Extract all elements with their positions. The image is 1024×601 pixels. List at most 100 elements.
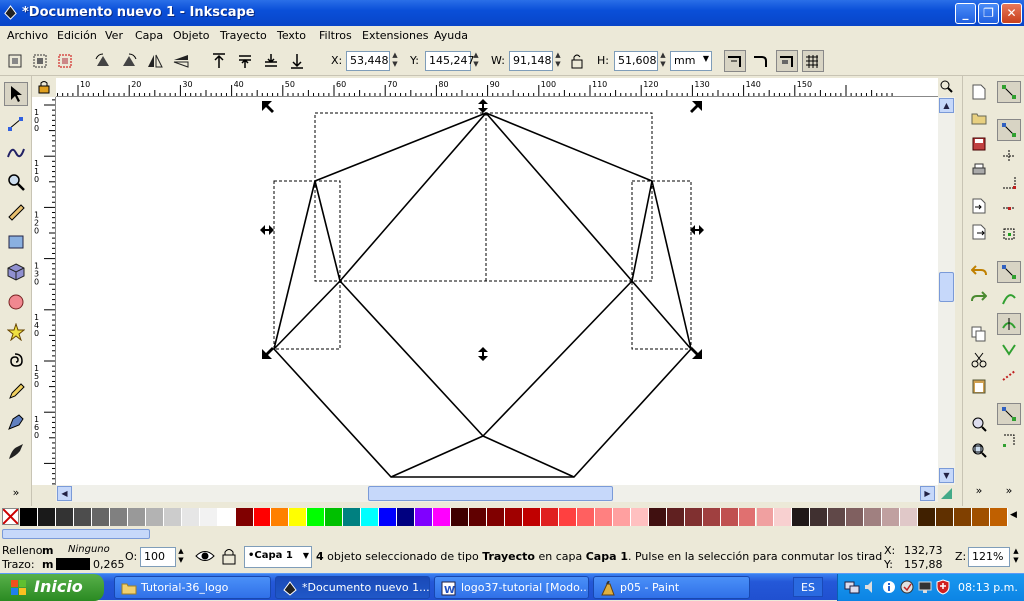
unit-select[interactable]: mm ▼ <box>670 51 712 71</box>
menu-edicion[interactable]: Edición <box>57 29 97 42</box>
layer-select[interactable]: •Capa 1 ▼ <box>244 546 312 568</box>
snap-midpoints-icon[interactable] <box>997 197 1021 219</box>
print-icon[interactable] <box>967 159 991 181</box>
palette-swatch[interactable] <box>738 508 757 526</box>
scale-handle-right[interactable] <box>690 225 704 235</box>
layer-visibility-icon[interactable] <box>195 548 215 567</box>
palette-swatch[interactable] <box>469 508 488 526</box>
lower-icon[interactable] <box>260 50 282 72</box>
rectangle-tool-icon[interactable] <box>4 230 28 254</box>
clock[interactable]: 08:13 p.m. <box>958 581 1018 594</box>
palette-swatch[interactable] <box>415 508 434 526</box>
rotate-cw-icon[interactable] <box>118 50 140 72</box>
palette-swatch[interactable] <box>810 508 829 526</box>
scroll-left-icon[interactable]: ◀ <box>57 486 72 501</box>
palette-swatch[interactable] <box>145 508 164 526</box>
menu-capa[interactable]: Capa <box>135 29 163 42</box>
palette-swatch[interactable] <box>936 508 955 526</box>
scale-handle-bottom-left[interactable] <box>262 347 274 359</box>
zoom-field[interactable]: 121% <box>968 547 1010 567</box>
star-tool-icon[interactable] <box>4 320 28 344</box>
minimize-button[interactable]: _ <box>955 3 976 24</box>
palette-swatch[interactable] <box>990 508 1008 526</box>
more-tools-chevron-icon[interactable]: » <box>4 480 28 504</box>
snap-intersections-icon[interactable] <box>997 313 1021 335</box>
palette-swatch[interactable] <box>630 508 649 526</box>
palette-swatch[interactable] <box>289 508 308 526</box>
palette-swatch[interactable] <box>558 508 577 526</box>
raise-to-top-icon[interactable] <box>208 50 230 72</box>
zoom-fit-icon[interactable] <box>940 80 953 93</box>
palette-swatch[interactable] <box>918 508 937 526</box>
stroke-color-swatch[interactable] <box>56 558 90 570</box>
palette-swatch[interactable] <box>846 508 865 526</box>
display-icon[interactable] <box>918 580 932 594</box>
palette-swatch[interactable] <box>451 508 470 526</box>
palette-swatch[interactable] <box>972 508 991 526</box>
palette-swatch[interactable] <box>666 508 685 526</box>
copy-icon[interactable] <box>967 323 991 345</box>
start-button[interactable]: Inicio <box>0 574 104 601</box>
scale-handle-bottom[interactable] <box>478 347 488 361</box>
palette-swatch[interactable] <box>612 508 631 526</box>
fill-none-indicator[interactable]: Ninguno <box>68 544 110 555</box>
security-shield-icon[interactable] <box>936 579 950 595</box>
menu-filtros[interactable]: Filtros <box>319 29 352 42</box>
vertical-scrollbar[interactable]: ▲ ▼ <box>938 97 955 485</box>
snap-toggle-icon[interactable] <box>997 81 1021 103</box>
lock-icon[interactable] <box>566 50 588 72</box>
cut-icon[interactable] <box>967 349 991 371</box>
w-field[interactable]: 91,148 <box>509 51 553 71</box>
palette-scroll-thumb[interactable] <box>2 529 150 539</box>
tweak-tool-icon[interactable] <box>4 140 28 164</box>
redo-icon[interactable] <box>967 285 991 307</box>
rotate-ccw-icon[interactable] <box>92 50 114 72</box>
palette-swatch[interactable] <box>594 508 613 526</box>
scale-handle-top[interactable] <box>478 99 488 113</box>
ellipse-tool-icon[interactable] <box>4 290 28 314</box>
export-icon[interactable] <box>967 221 991 243</box>
palette-swatch[interactable] <box>253 508 272 526</box>
palette-swatch[interactable] <box>487 508 505 526</box>
scale-handle-bottom-right[interactable] <box>690 347 702 359</box>
menu-archivo[interactable]: Archivo <box>7 29 48 42</box>
import-icon[interactable] <box>967 195 991 217</box>
palette-swatch[interactable] <box>20 508 38 526</box>
opacity-field[interactable]: 100 <box>140 547 176 567</box>
snap-cusp-nodes-icon[interactable] <box>997 339 1021 361</box>
maximize-button[interactable]: ❐ <box>978 3 999 24</box>
y-field[interactable]: 145,247 <box>425 51 475 71</box>
palette-swatch[interactable] <box>163 508 182 526</box>
stroke-width[interactable]: 0,265 <box>93 558 125 571</box>
snap-nodes-icon[interactable] <box>997 261 1021 283</box>
zoom-tool-icon[interactable] <box>4 170 28 194</box>
palette-swatch[interactable] <box>684 508 703 526</box>
snap-smooth-nodes-icon[interactable] <box>997 365 1021 387</box>
move-patterns-icon[interactable] <box>802 50 824 72</box>
menu-trayecto[interactable]: Trayecto <box>220 29 267 42</box>
paste-icon[interactable] <box>967 375 991 397</box>
task-word-document[interactable]: W logo37-tutorial [Modo... <box>434 576 589 599</box>
palette-swatch[interactable] <box>828 508 847 526</box>
menu-objeto[interactable]: Objeto <box>173 29 210 42</box>
flip-horizontal-icon[interactable] <box>144 50 166 72</box>
antivirus-icon[interactable] <box>900 580 914 594</box>
x-field[interactable]: 53,448 <box>346 51 390 71</box>
3d-box-tool-icon[interactable] <box>4 260 28 284</box>
x-spinner[interactable]: ▲ ▼ <box>390 51 400 71</box>
palette-swatch[interactable] <box>433 508 452 526</box>
palette-swatch[interactable] <box>505 508 523 526</box>
pen-tool-icon[interactable] <box>4 410 28 434</box>
scale-handle-top-right[interactable] <box>690 101 702 113</box>
palette-swatch[interactable] <box>343 508 362 526</box>
new-document-icon[interactable] <box>967 81 991 103</box>
horizontal-scroll-thumb[interactable] <box>368 486 613 501</box>
palette-swatch[interactable] <box>91 508 110 526</box>
layer-lock-icon[interactable] <box>222 547 236 568</box>
palette-swatch[interactable] <box>181 508 200 526</box>
menu-extensiones[interactable]: Extensiones <box>362 29 429 42</box>
lock-guides-icon[interactable] <box>38 80 50 94</box>
snap-bbox-icon[interactable] <box>997 119 1021 141</box>
opacity-spinner[interactable]: ▲ ▼ <box>176 547 186 567</box>
close-button[interactable]: ✕ <box>1001 3 1022 24</box>
